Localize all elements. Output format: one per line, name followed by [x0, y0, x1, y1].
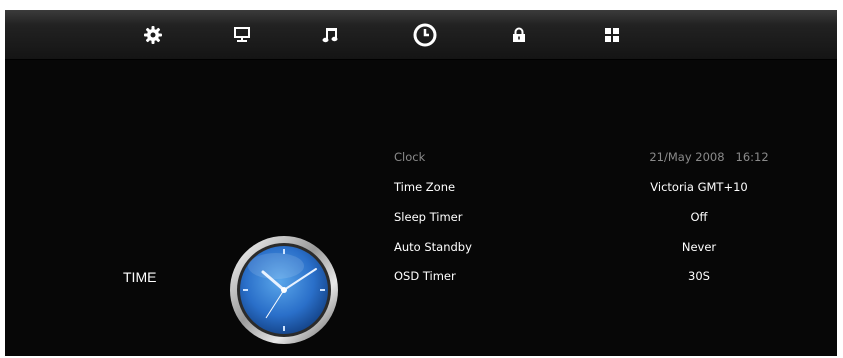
lock-icon[interactable]	[507, 23, 531, 47]
clock-illustration-icon	[230, 236, 338, 344]
setting-row-sleep-timer[interactable]: Sleep Timer Off	[394, 210, 814, 230]
setting-label: Clock	[394, 150, 426, 164]
setting-row-clock[interactable]: Clock 21/May 2008 16:12	[394, 150, 814, 170]
top-menu-bar	[5, 10, 837, 60]
setting-row-time-zone[interactable]: Time Zone Victoria GMT+10	[394, 180, 814, 200]
setting-value: 21/May 2008 16:12	[649, 150, 769, 164]
setting-label: OSD Timer	[394, 269, 456, 283]
setting-label: Sleep Timer	[394, 210, 463, 224]
monitor-icon[interactable]	[230, 23, 254, 47]
clock-icon[interactable]	[413, 23, 437, 47]
section-title: TIME	[123, 269, 157, 285]
grid-icon[interactable]	[600, 23, 624, 47]
setting-row-osd-timer[interactable]: OSD Timer 30S	[394, 269, 814, 289]
setting-value: 30S	[688, 269, 710, 283]
setting-value: Never	[681, 240, 717, 254]
setting-row-auto-standby[interactable]: Auto Standby Never	[394, 240, 814, 260]
gear-icon[interactable]	[141, 23, 165, 47]
tv-settings-screen: TIME Clock 21/May 2008 16:12 Time Zone V…	[5, 10, 837, 356]
setting-label: Time Zone	[394, 180, 456, 194]
setting-value: Off	[690, 210, 708, 224]
setting-value: Victoria GMT+10	[650, 180, 748, 194]
setting-label: Auto Standby	[394, 240, 472, 254]
music-note-icon[interactable]	[318, 23, 342, 47]
